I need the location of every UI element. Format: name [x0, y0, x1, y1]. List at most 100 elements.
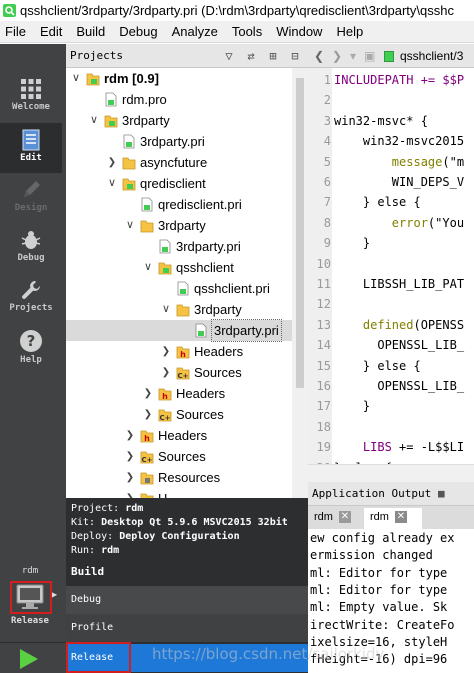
mode-welcome[interactable]: Welcome — [0, 72, 62, 122]
tree-item[interactable]: ❯ C+ Sources — [66, 362, 292, 383]
menu-window[interactable]: Window — [269, 21, 329, 43]
line-number: 1 — [323, 73, 331, 87]
output-tab-active[interactable]: rdm ✕ — [364, 508, 422, 529]
mode-design[interactable]: Design — [0, 173, 62, 223]
menu-debug[interactable]: Debug — [112, 21, 164, 43]
build-option-debug[interactable]: Debug — [66, 586, 308, 614]
code-line: OPENSSL_LIB_ — [334, 379, 465, 393]
chevron-right-icon[interactable]: ❯ — [142, 404, 154, 425]
tree-item[interactable]: ∨ 3rdparty — [66, 110, 292, 131]
scrollbar-thumb[interactable] — [296, 78, 304, 388]
tree-item[interactable]: ❯ hH — [66, 488, 292, 498]
tree-item[interactable]: ❯ asyncfuture — [66, 152, 292, 173]
line-number: 5 — [323, 154, 331, 169]
chevron-right-icon[interactable]: ❯ — [124, 467, 136, 488]
tree-item[interactable]: rdm.pro — [66, 89, 292, 110]
editor-file-tab[interactable]: qsshclient/3 — [400, 44, 463, 67]
close-icon[interactable]: ✕ — [338, 511, 351, 524]
kit-build-config: Release — [11, 616, 49, 626]
tree-item[interactable]: ∨ rdm [0.9] — [66, 68, 292, 89]
run-icon[interactable] — [18, 648, 40, 670]
build-option-profile[interactable]: Profile — [66, 614, 308, 642]
forward-arrow-icon[interactable]: ❯ — [332, 44, 342, 67]
tree-item-label: qredisclient.pri — [158, 197, 242, 212]
mode-debug[interactable]: Debug — [0, 223, 62, 273]
chevron-down-icon[interactable]: ∨ — [160, 299, 172, 320]
tree-item[interactable]: 3rdparty.pri — [66, 319, 292, 342]
close-icon[interactable]: ⊟ — [284, 47, 306, 65]
chevron-right-icon[interactable]: ❯ — [142, 383, 154, 404]
kit-icon-highlight-box — [10, 581, 52, 614]
output-line: irectWrite: CreateFo — [310, 617, 455, 632]
history-icon[interactable]: ▾ — [350, 44, 356, 67]
chevron-right-icon[interactable]: ❯ — [160, 362, 172, 383]
code-editor[interactable]: INCLUDEPATH += $$P win32-msvc* { win32-ms… — [332, 68, 474, 464]
chevron-right-icon[interactable]: ❯ — [106, 152, 118, 173]
menu-file[interactable]: File — [0, 21, 33, 43]
link-icon[interactable]: ⇄ — [240, 47, 262, 65]
projects-pane-title: Projects — [70, 49, 123, 62]
tree-item[interactable]: ❯ Resources — [66, 467, 292, 488]
close-icon[interactable]: ✕ — [394, 511, 407, 524]
project-tree-scrollbar[interactable] — [292, 68, 308, 498]
project-value: rdm — [125, 503, 144, 514]
svg-text:h: h — [162, 392, 168, 401]
pencil-icon — [24, 181, 40, 197]
tree-item[interactable]: ∨ 3rdparty — [66, 215, 292, 236]
stop-icon[interactable]: ■ — [438, 482, 445, 505]
tree-item[interactable]: ❯ h Headers — [66, 425, 292, 446]
chevron-right-icon[interactable]: ❯ — [124, 446, 136, 467]
tree-item[interactable]: ∨ qredisclient — [66, 173, 292, 194]
line-number: 4 — [323, 134, 331, 149]
tree-item[interactable]: 3rdparty.pri — [66, 236, 292, 257]
code-line: win32-msvc* { — [334, 113, 428, 128]
output-tab-label: rdm — [370, 511, 389, 523]
tree-item[interactable]: ❯ h Headers — [66, 341, 292, 362]
chevron-right-icon[interactable]: ❯ — [124, 488, 136, 498]
menu-edit[interactable]: Edit — [33, 21, 69, 43]
tree-item[interactable]: 3rdparty.pri — [66, 131, 292, 152]
filter-icon[interactable]: ▽ — [218, 47, 240, 65]
mode-projects-label: Projects — [9, 303, 53, 313]
bug-icon — [21, 231, 41, 249]
tree-item[interactable]: ❯ C+ Sources — [66, 446, 292, 467]
line-number: 9 — [323, 236, 331, 251]
mode-projects[interactable]: Projects — [0, 273, 62, 323]
editor-horizontal-scrollbar[interactable] — [308, 464, 474, 482]
chevron-down-icon[interactable]: ∨ — [106, 173, 118, 194]
project-label: Project: — [71, 503, 120, 514]
output-tab-label: rdm — [314, 511, 333, 523]
tree-item[interactable]: ❯ C+ Sources — [66, 404, 292, 425]
headers-icon: h — [140, 428, 154, 443]
mode-edit[interactable]: Edit — [0, 123, 62, 173]
file-type-icon — [384, 51, 394, 62]
menu-build[interactable]: Build — [69, 21, 112, 43]
chevron-right-icon[interactable]: ❯ — [124, 425, 136, 446]
kit-label: Kit: — [71, 517, 96, 528]
code-line: defined(OPENSS — [362, 317, 465, 332]
code-line: WIN_DEPS_V — [334, 175, 465, 189]
chevron-down-icon[interactable]: ∨ — [142, 257, 154, 278]
menu-help[interactable]: Help — [329, 21, 370, 43]
code-line: error("You — [391, 215, 465, 230]
back-arrow-icon[interactable]: ❮ — [314, 44, 324, 67]
code-line: LIBSSH_LIB_PAT — [334, 277, 465, 291]
chevron-right-icon[interactable]: ❯ — [160, 341, 172, 362]
tree-item-label: Headers — [176, 386, 226, 401]
chevron-down-icon[interactable]: ∨ — [88, 110, 100, 131]
output-tab[interactable]: rdm ✕ — [308, 508, 360, 529]
tree-item[interactable]: ∨ 3rdparty — [66, 299, 292, 320]
tree-item[interactable]: ∨ qsshclient — [66, 257, 292, 278]
chevron-down-icon[interactable]: ∨ — [124, 215, 136, 236]
line-number: 17 — [316, 399, 331, 414]
tree-item[interactable]: ❯ h Headers — [66, 383, 292, 404]
split-icon[interactable]: ⊞ — [262, 47, 284, 65]
menu-analyze[interactable]: Analyze — [165, 21, 225, 43]
tree-item[interactable]: qsshclient.pri — [66, 278, 292, 299]
menu-tools[interactable]: Tools — [225, 21, 269, 43]
chevron-down-icon[interactable]: ∨ — [70, 68, 82, 89]
tree-item-label: Resources — [158, 470, 221, 485]
mode-help[interactable]: ? Help — [0, 323, 62, 373]
tree-item[interactable]: qredisclient.pri — [66, 194, 292, 215]
tree-item-label: H — [158, 488, 167, 498]
